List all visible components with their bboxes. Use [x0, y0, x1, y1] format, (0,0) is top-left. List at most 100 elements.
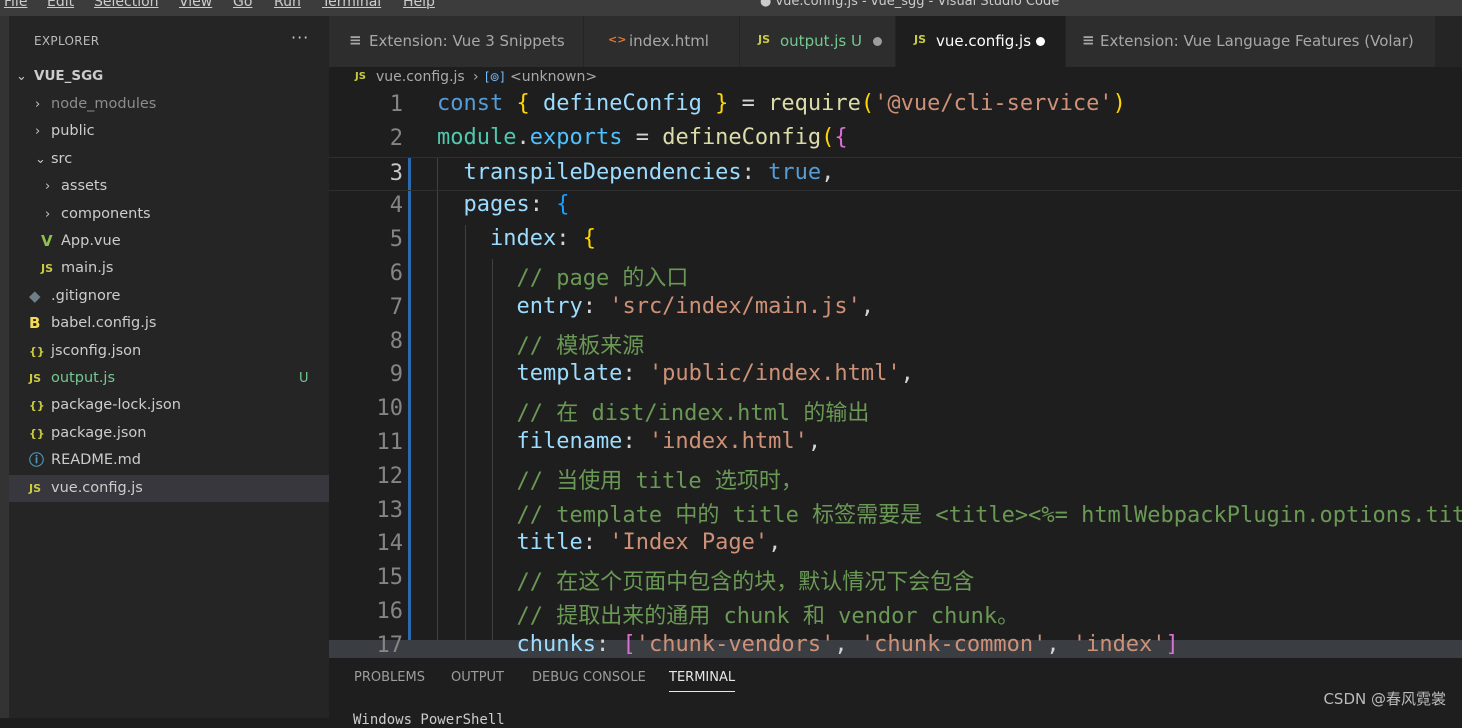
- chevron-right-icon: ›: [473, 69, 479, 85]
- tree-item[interactable]: › assets: [9, 173, 329, 200]
- preview-icon: ≡: [349, 31, 362, 49]
- tab-label: index.html: [629, 32, 709, 50]
- code-line[interactable]: 8 // 模板来源: [329, 326, 1462, 360]
- code-line[interactable]: 13 // template 中的 title 标签需要是 <title><%=…: [329, 495, 1462, 529]
- code-token: title: [437, 530, 583, 556]
- code-token: transpileDependencies: [437, 159, 742, 185]
- code-token: :: [582, 530, 610, 556]
- line-number: 17: [376, 632, 404, 657]
- menu-run[interactable]: Run: [274, 0, 301, 10]
- code-line[interactable]: 1 const { defineConfig } = require('@vue/…: [329, 89, 1462, 123]
- menu-selection[interactable]: Selection: [94, 0, 159, 10]
- code-line[interactable]: 14 title: 'Index Page',: [329, 528, 1462, 562]
- js-icon: JS: [29, 372, 42, 385]
- panel-tab-terminal[interactable]: TERMINAL: [669, 670, 736, 692]
- tab-volar[interactable]: ≡ Extension: Vue Language Features (Vola…: [1066, 16, 1436, 67]
- tree-item[interactable]: V App.vue: [9, 228, 329, 255]
- panel-tab-problems[interactable]: PROBLEMS: [354, 670, 425, 685]
- code-token: (: [821, 124, 835, 150]
- babel-icon: B: [29, 314, 41, 333]
- code-line[interactable]: 4 pages: {: [329, 190, 1462, 224]
- tree-item[interactable]: JS main.js: [9, 255, 329, 282]
- code-token: ,: [807, 429, 822, 454]
- code-token: 'public/index.html': [648, 361, 901, 387]
- code-line[interactable]: 16 // 提取出来的通用 chunk 和 vendor chunk。: [329, 596, 1462, 630]
- code-line[interactable]: 7 entry: 'src/index/main.js',: [329, 292, 1462, 326]
- tree-item[interactable]: ⓘ README.md: [9, 447, 329, 474]
- code-editor[interactable]: 1 const { defineConfig } = require('@vue/…: [329, 89, 1462, 657]
- code-token: =: [622, 124, 663, 150]
- line-number: 9: [389, 362, 403, 388]
- code-text: // 提取出来的通用 chunk 和 vendor chunk。: [437, 598, 1019, 630]
- code-text: chunks: ['chunk-vendors', 'chunk-common'…: [437, 631, 1178, 657]
- tree-item[interactable]: ◆ .gitignore: [9, 283, 329, 310]
- menu-go[interactable]: Go: [233, 0, 252, 10]
- code-line[interactable]: 5 index: {: [329, 224, 1462, 258]
- code-token: 'chunk-common': [860, 631, 1047, 657]
- code-token: :: [556, 226, 583, 252]
- tree-item[interactable]: ⌄ src: [9, 146, 329, 173]
- breadcrumb-symbol[interactable]: <unknown>: [510, 69, 597, 85]
- menu-terminal[interactable]: Terminal: [322, 0, 381, 10]
- tree-item[interactable]: {} package-lock.json: [9, 392, 329, 419]
- code-line[interactable]: 11 filename: 'index.html',: [329, 427, 1462, 461]
- menu-help[interactable]: Help: [403, 0, 435, 10]
- code-text: transpileDependencies: true,: [437, 160, 834, 185]
- workspace-root[interactable]: ⌄ VUE_SGG: [9, 63, 329, 90]
- chevron-right-icon: ›: [35, 124, 41, 140]
- json-icon: {}: [29, 399, 45, 413]
- tree-item[interactable]: {} package.json: [9, 420, 329, 447]
- code-line[interactable]: 2 module.exports = defineConfig({: [329, 123, 1462, 157]
- line-number: 5: [389, 227, 403, 253]
- code-line[interactable]: 12 // 当使用 title 选项时，: [329, 461, 1462, 495]
- tab-index-html[interactable]: <> index.html: [584, 16, 740, 67]
- panel-tab-output[interactable]: OUTPUT: [451, 670, 504, 685]
- code-token: index: [437, 226, 557, 252]
- tab-vue-config-js[interactable]: JS vue.config.js: [896, 16, 1066, 67]
- terminal-output[interactable]: Windows PowerShell: [353, 712, 505, 728]
- git-icon: ◆: [29, 286, 41, 305]
- html-icon: <>: [608, 33, 627, 46]
- tree-item[interactable]: › components: [9, 201, 329, 228]
- tree-item[interactable]: Bbabel.config.js: [9, 310, 329, 337]
- code-token: // page 的入口: [437, 266, 689, 291]
- tree-item[interactable]: › node_modules: [9, 91, 329, 118]
- code-line[interactable]: 3 transpileDependencies: true,: [329, 156, 1462, 191]
- code-token: filename: [437, 429, 623, 454]
- tree-item[interactable]: › public: [9, 118, 329, 145]
- code-token: exports: [529, 124, 623, 150]
- code-token: =: [728, 91, 769, 116]
- line-number: 11: [376, 430, 404, 455]
- tree-item[interactable]: {} jsconfig.json: [9, 338, 329, 365]
- more-actions-icon[interactable]: ···: [291, 28, 309, 47]
- tree-item-label: main.js: [61, 260, 114, 277]
- code-line[interactable]: 17 chunks: ['chunk-vendors', 'chunk-comm…: [329, 630, 1462, 657]
- code-line[interactable]: 15 // 在这个页面中包含的块，默认情况下会包含: [329, 562, 1462, 596]
- info-icon: ⓘ: [29, 451, 45, 470]
- tree-item[interactable]: JS output.js U: [9, 365, 329, 392]
- breadcrumb: JS vue.config.js › [⊚] <unknown>: [329, 67, 1462, 89]
- editor-tabs: ≡ Extension: Vue 3 Snippets <> index.htm…: [329, 16, 1462, 67]
- menu-edit[interactable]: Edit: [47, 0, 74, 10]
- code-token: defineConfig: [542, 91, 716, 116]
- code-text: // 模板来源: [437, 328, 644, 360]
- tree-item[interactable]: JS vue.config.js: [9, 474, 329, 502]
- tab-output-js[interactable]: JS output.js U: [740, 16, 896, 67]
- code-text: pages: {: [437, 192, 569, 217]
- menu-view[interactable]: View: [179, 0, 212, 10]
- code-token: {: [834, 124, 848, 150]
- panel-tab-debug-console[interactable]: DEBUG CONSOLE: [532, 670, 646, 685]
- unsaved-dot-icon[interactable]: [1036, 37, 1045, 46]
- code-text: // 在 dist/index.html 的输出: [437, 395, 869, 427]
- tree-item-label: public: [51, 123, 95, 140]
- menu-file[interactable]: File: [4, 0, 27, 10]
- code-token: const: [437, 91, 517, 116]
- unsaved-dot-icon[interactable]: [873, 37, 882, 46]
- code-line[interactable]: 10 // 在 dist/index.html 的输出: [329, 393, 1462, 427]
- code-line[interactable]: 9 template: 'public/index.html',: [329, 359, 1462, 393]
- tab-vue3-snippets[interactable]: ≡ Extension: Vue 3 Snippets: [329, 16, 584, 67]
- breadcrumb-file[interactable]: vue.config.js: [376, 69, 465, 85]
- code-token: 'chunk-vendors': [635, 631, 835, 657]
- code-token: :: [622, 361, 649, 387]
- code-line[interactable]: 6 // page 的入口: [329, 258, 1462, 292]
